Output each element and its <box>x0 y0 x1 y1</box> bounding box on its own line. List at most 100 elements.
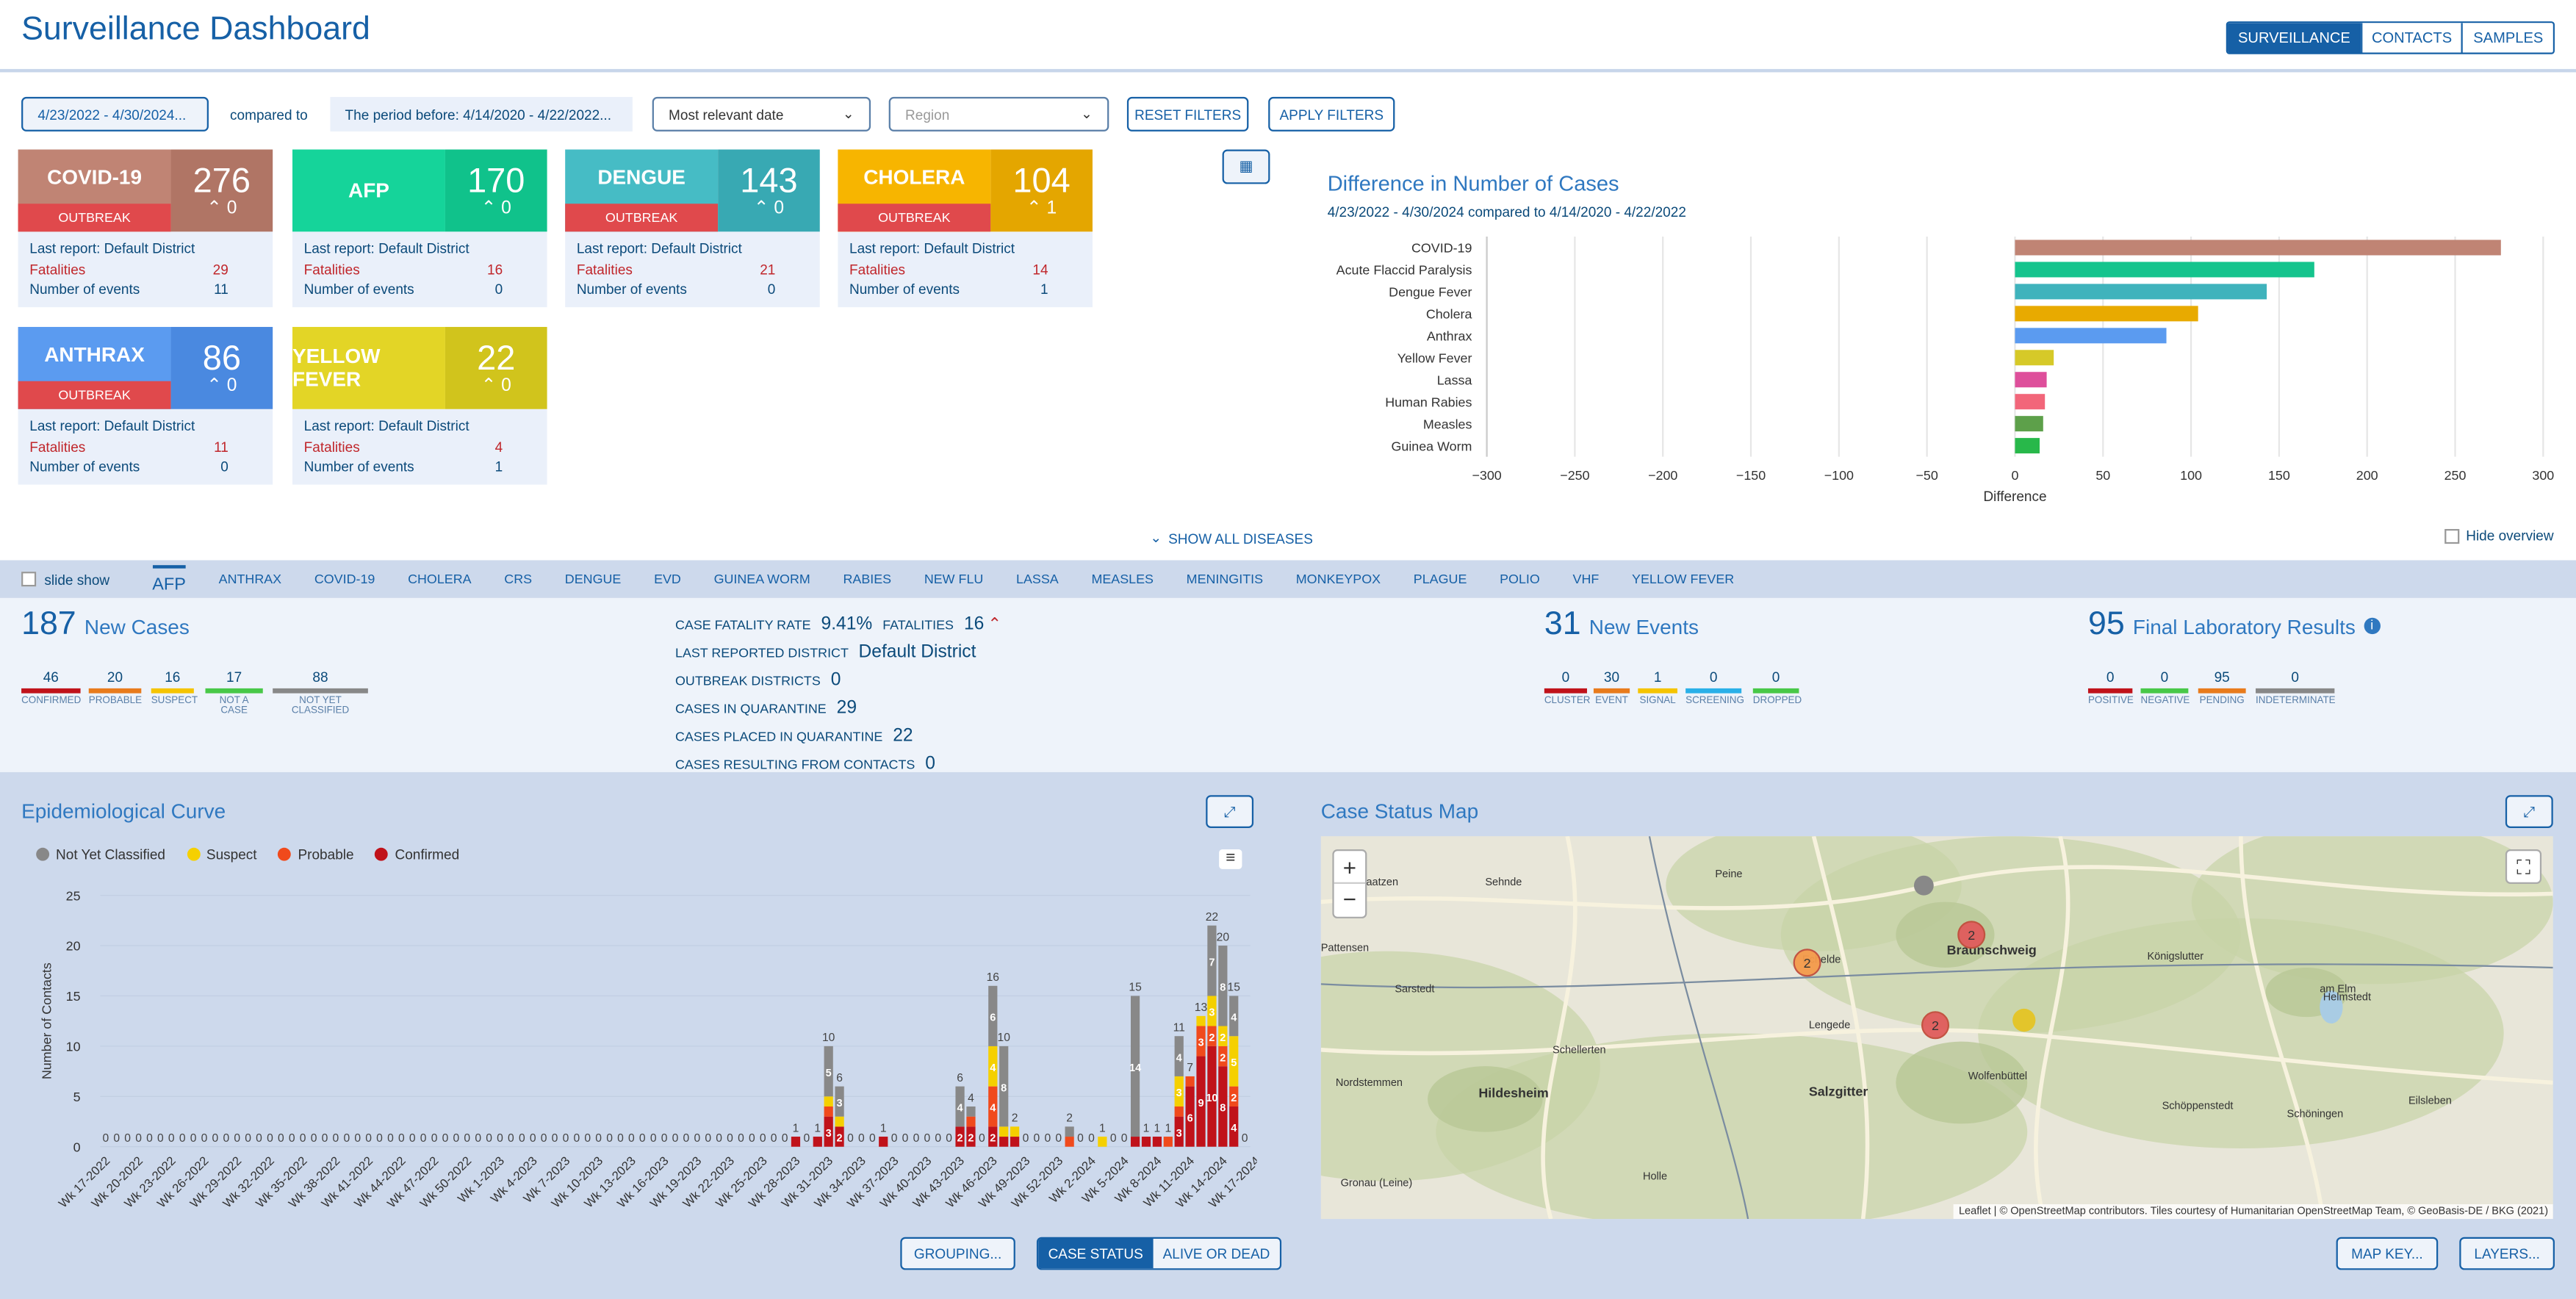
tab-plague[interactable]: PLAGUE <box>1414 572 1467 586</box>
epi-bar-segment[interactable] <box>1098 1137 1107 1147</box>
diff-bar[interactable] <box>2015 372 2047 388</box>
tab-measles[interactable]: MEASLES <box>1091 572 1154 586</box>
epi-bar-segment[interactable] <box>1010 1126 1020 1137</box>
epi-bar-segment[interactable] <box>1130 1137 1140 1147</box>
tab-guinea-worm[interactable]: GUINEA WORM <box>714 572 810 586</box>
town-label: Peine <box>1715 868 1742 880</box>
alive-or-dead-button[interactable]: ALIVE OR DEAD <box>1153 1238 1280 1269</box>
epi-bar-segment[interactable] <box>999 1126 1009 1137</box>
nav-samples[interactable]: SAMPLES <box>2461 23 2553 53</box>
tab-vhf[interactable]: VHF <box>1573 572 1600 586</box>
tab-lassa[interactable]: LASSA <box>1016 572 1059 586</box>
disease-card-anthrax[interactable]: ANTHRAX OUTBREAK 86 ⌃ 0 Last report: Def… <box>18 326 273 485</box>
tab-yellow-fever[interactable]: YELLOW FEVER <box>1632 572 1734 586</box>
epi-bar-segment[interactable] <box>824 1096 833 1107</box>
apply-filters-button[interactable]: APPLY FILTERS <box>1268 96 1395 132</box>
epi-bar-segment[interactable] <box>1185 1076 1195 1087</box>
diff-bar[interactable] <box>2015 306 2198 322</box>
fullscreen-icon[interactable]: ⛶ <box>2505 849 2542 884</box>
disease-card-yellow-fever[interactable]: YELLOW FEVER 22 ⌃ 0 Last report: Default… <box>292 326 547 485</box>
diff-bar[interactable] <box>2015 350 2054 366</box>
epi-bar-segment[interactable] <box>1163 1137 1173 1147</box>
tab-crs[interactable]: CRS <box>504 572 532 586</box>
legend-suspect[interactable]: Suspect <box>187 846 257 863</box>
hide-overview-checkbox[interactable] <box>2444 528 2460 543</box>
bar-total-label: 0 <box>442 1132 449 1145</box>
card-header: ANTHRAX OUTBREAK 86 ⌃ 0 <box>18 326 273 409</box>
cfr-value: 9.41% <box>821 614 873 635</box>
tab-afp[interactable]: AFP <box>152 564 186 594</box>
disease-card-dengue[interactable]: DENGUE OUTBREAK 143 ⌃ 0 Last report: Def… <box>565 149 820 308</box>
epi-bar-segment[interactable] <box>1152 1137 1162 1147</box>
region-select[interactable]: Region ⌄ <box>888 96 1109 132</box>
zoom-in-button[interactable]: + <box>1334 851 1366 884</box>
disease-card-cholera[interactable]: CHOLERA OUTBREAK 104 ⌃ 1 Last report: De… <box>838 149 1093 308</box>
tab-anthrax[interactable]: ANTHRAX <box>219 572 281 586</box>
epi-bar-segment[interactable] <box>824 1106 833 1117</box>
date-range-picker[interactable]: 4/23/2022 - 4/30/2024... <box>21 96 209 132</box>
disease-card-covid-19[interactable]: COVID-19 OUTBREAK 276 ⌃ 0 Last report: D… <box>18 149 273 308</box>
diff-bar[interactable] <box>2015 284 2267 300</box>
comparison-period-picker[interactable]: The period before: 4/14/2020 - 4/22/2022… <box>330 96 633 132</box>
tab-covid-19[interactable]: COVID-19 <box>314 572 375 586</box>
chart-menu-icon[interactable]: ≡ <box>1219 849 1242 869</box>
epi-bar-segment[interactable] <box>1174 1106 1184 1117</box>
diff-bar[interactable] <box>2015 438 2040 454</box>
layers-button[interactable]: LAYERS... <box>2459 1237 2555 1270</box>
epi-bar-segment[interactable] <box>813 1137 822 1147</box>
diff-bar[interactable] <box>2015 328 2167 344</box>
legend-confirmed[interactable]: Confirmed <box>375 846 459 863</box>
tab-cholera[interactable]: CHOLERA <box>408 572 472 586</box>
epi-bar-segment[interactable] <box>835 1116 844 1127</box>
diff-bar[interactable] <box>2015 394 2046 410</box>
slideshow-checkbox[interactable] <box>21 572 37 587</box>
tab-rabies[interactable]: RABIES <box>843 572 891 586</box>
epi-bar-segment[interactable] <box>1065 1126 1074 1137</box>
epi-expand-button[interactable]: ⤢ <box>1206 795 1254 828</box>
card-last-report: Last report: Default District <box>849 240 1015 256</box>
epi-bar-segment[interactable] <box>1065 1137 1074 1147</box>
tab-monkeypox[interactable]: MONKEYPOX <box>1296 572 1381 586</box>
legend-not-yet-classified[interactable]: Not Yet Classified <box>36 846 165 863</box>
stat-pending: 95 PENDING <box>2198 669 2246 706</box>
map-key-button[interactable]: MAP KEY... <box>2336 1237 2439 1270</box>
case-status-map[interactable]: Sehnde Peine Laatzen Pattensen Sarstedt Lenge… <box>1320 836 2553 1220</box>
table-view-button[interactable]: ▦ <box>1222 149 1270 184</box>
event-marker[interactable] <box>1913 875 1934 896</box>
card-info: Last report: Default District Fatalities… <box>18 409 273 485</box>
legend-probable[interactable]: Probable <box>278 846 354 863</box>
x-tick-label: −50 <box>1915 468 1938 483</box>
epi-bar-segment[interactable] <box>879 1137 888 1147</box>
hide-overview-toggle[interactable]: Hide overview <box>2444 528 2554 544</box>
tab-meningitis[interactable]: MENINGITIS <box>1187 572 1263 586</box>
tab-dengue[interactable]: DENGUE <box>565 572 622 586</box>
epi-bar-segment[interactable] <box>966 1106 976 1117</box>
case-status-button[interactable]: CASE STATUS <box>1038 1238 1154 1269</box>
epi-bar-segment[interactable] <box>1141 1137 1151 1147</box>
diff-bar[interactable] <box>2015 416 2043 432</box>
disease-card-afp[interactable]: AFP 170 ⌃ 0 Last report: Default Distric… <box>292 149 547 308</box>
epi-bar-segment[interactable] <box>791 1137 801 1147</box>
zoom-out-button[interactable]: − <box>1334 884 1365 917</box>
show-all-diseases-button[interactable]: ⌄ SHOW ALL DISEASES <box>1150 529 1313 547</box>
date-type-select[interactable]: Most relevant date ⌄ <box>652 96 871 132</box>
slideshow-toggle[interactable]: slide show <box>21 571 109 587</box>
tab-evd[interactable]: EVD <box>654 572 681 586</box>
map-expand-button[interactable]: ⤢ <box>2505 795 2553 828</box>
diff-bar[interactable] <box>2015 262 2314 278</box>
epi-bar-segment[interactable] <box>999 1137 1009 1147</box>
category-label: Yellow Fever <box>1397 350 1472 365</box>
nav-contacts[interactable]: CONTACTS <box>2360 23 2462 53</box>
tab-new-flu[interactable]: NEW FLU <box>924 572 983 586</box>
reset-filters-button[interactable]: RESET FILTERS <box>1126 96 1249 132</box>
info-icon[interactable]: i <box>2364 618 2381 635</box>
epi-bar-segment[interactable] <box>966 1116 976 1127</box>
event-marker[interactable] <box>2012 1008 2036 1032</box>
grouping-button[interactable]: GROUPING... <box>900 1237 1015 1270</box>
bar-total-label: 0 <box>869 1132 876 1145</box>
nav-surveillance[interactable]: SURVEILLANCE <box>2228 23 2361 53</box>
diff-bar[interactable] <box>2015 240 2501 256</box>
tab-polio[interactable]: POLIO <box>1500 572 1540 586</box>
epi-bar-segment[interactable] <box>1010 1137 1020 1147</box>
epi-bar-segment[interactable] <box>1196 1015 1206 1026</box>
